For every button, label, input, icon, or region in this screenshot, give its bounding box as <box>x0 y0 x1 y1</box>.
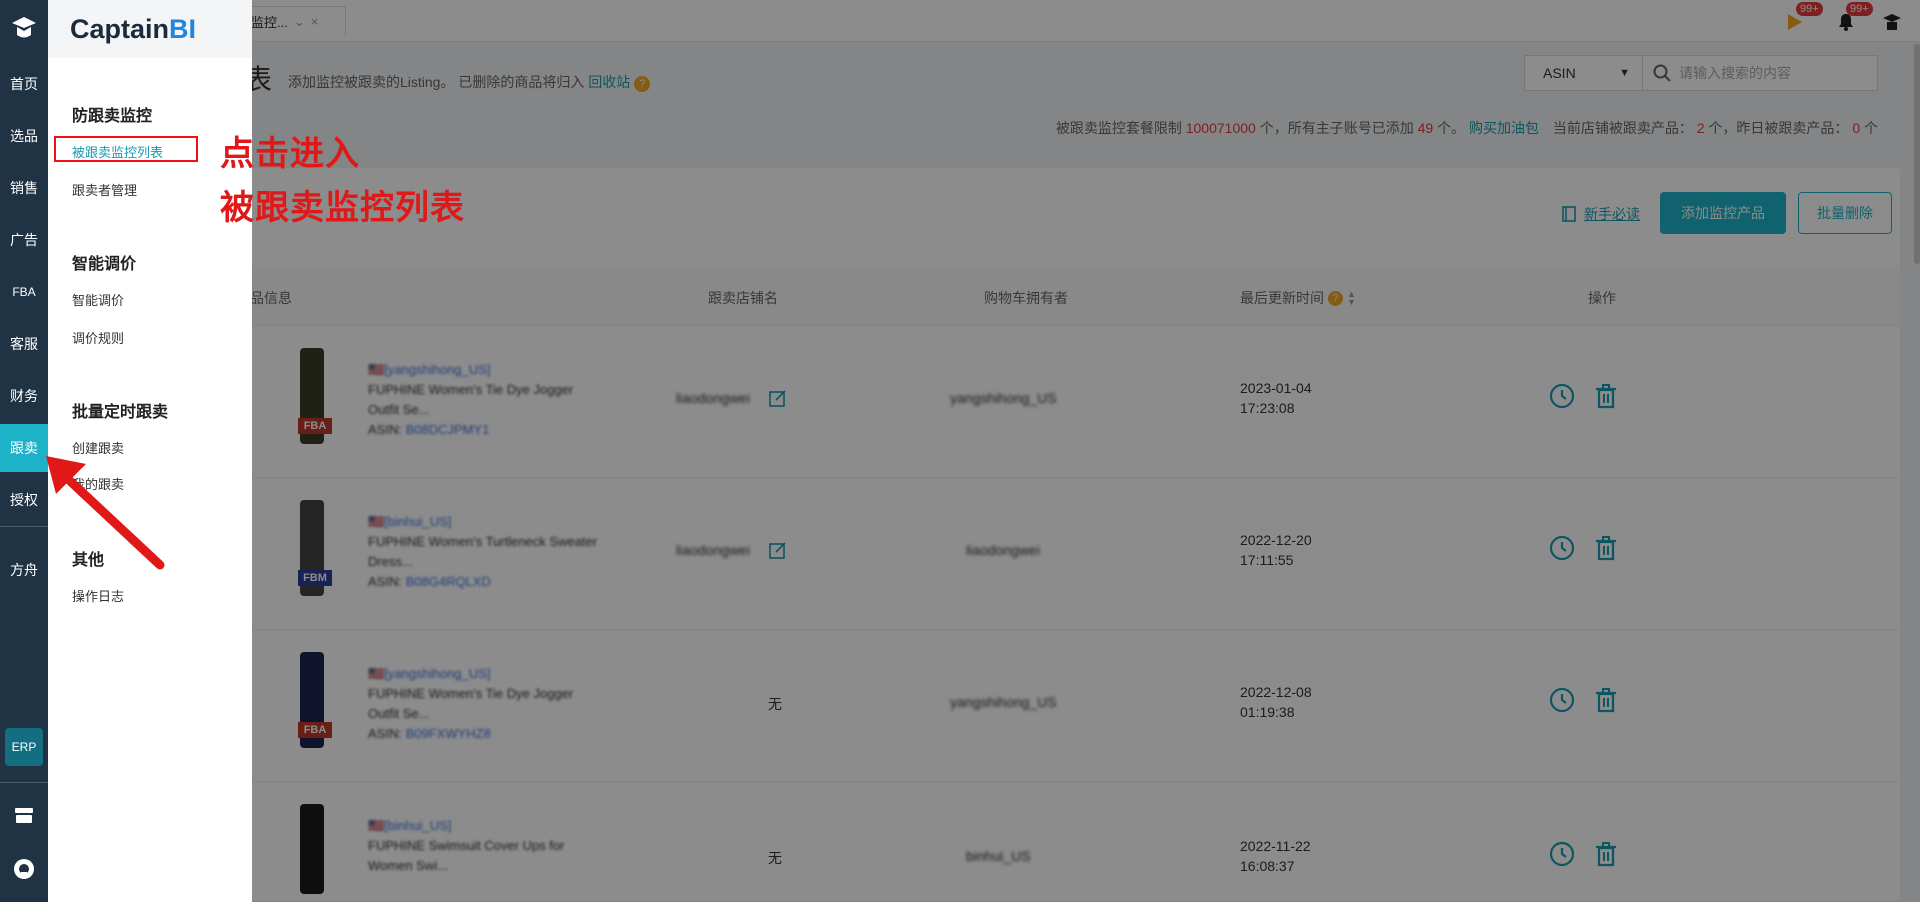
rail-divider <box>0 782 48 783</box>
section-title-anti-follow: 防跟卖监控 <box>72 108 153 125</box>
section-title-smart-pricing: 智能调价 <box>72 256 137 273</box>
menu-item-smart-pricing[interactable]: 智能调价 <box>72 290 124 309</box>
brand-name: Captain <box>70 13 170 44</box>
annotation-text: 点击进入 <box>220 135 360 173</box>
nav-finance[interactable]: 财务 <box>0 372 48 420</box>
nav-sales[interactable]: 销售 <box>0 164 48 212</box>
store-icon[interactable] <box>13 804 35 826</box>
nav-customer-service[interactable]: 客服 <box>0 320 48 368</box>
section-title-batch-follow: 批量定时跟卖 <box>72 404 169 421</box>
captain-logo-icon[interactable] <box>0 0 48 56</box>
menu-item-follower-management[interactable]: 跟卖者管理 <box>72 180 137 199</box>
brand-accent: BI <box>169 13 197 44</box>
highlight-box <box>54 136 198 162</box>
nav-home[interactable]: 首页 <box>0 60 48 108</box>
menu-item-operation-log[interactable]: 操作日志 <box>72 586 124 605</box>
nav-ads[interactable]: 广告 <box>0 216 48 264</box>
support-icon[interactable] <box>12 857 36 881</box>
nav-product-selection[interactable]: 选品 <box>0 112 48 160</box>
nav-fba[interactable]: FBA <box>0 268 48 316</box>
brand-logo[interactable]: Captain BI <box>48 0 252 58</box>
menu-item-pricing-rules[interactable]: 调价规则 <box>72 328 124 347</box>
red-arrow-annotation <box>46 456 165 570</box>
annotation-text: 被跟卖监控列表 <box>220 189 465 227</box>
erp-button[interactable]: ERP <box>5 728 43 766</box>
